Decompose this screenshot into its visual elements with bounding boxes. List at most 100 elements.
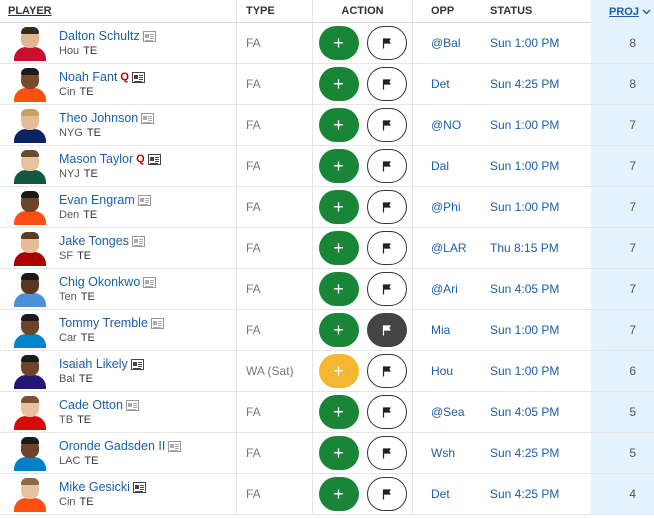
- projection-value: 7: [591, 105, 654, 145]
- news-icon[interactable]: [150, 317, 164, 329]
- game-status-link[interactable]: Sun 1:00 PM: [473, 310, 591, 350]
- chevron-down-icon: [642, 7, 651, 17]
- flag-icon: [382, 324, 391, 335]
- add-player-button[interactable]: +: [318, 395, 359, 429]
- player-name-link[interactable]: Isaiah Likely: [59, 357, 128, 371]
- flag-player-button[interactable]: [366, 149, 407, 183]
- table-header: PLAYER TYPE ACTION OPP STATUS PROJ: [0, 0, 654, 23]
- game-status-link[interactable]: Sun 4:05 PM: [473, 392, 591, 432]
- player-name-link[interactable]: Chig Okonkwo: [59, 275, 140, 289]
- player-name-link[interactable]: Mason Taylor: [59, 152, 133, 166]
- news-icon[interactable]: [131, 235, 145, 247]
- add-player-button[interactable]: +: [318, 272, 359, 306]
- opponent-link[interactable]: Wsh: [413, 433, 473, 473]
- player-name-link[interactable]: Mike Gesicki: [59, 480, 130, 494]
- opponent-link[interactable]: Dal: [413, 146, 473, 186]
- opponent-link[interactable]: Det: [413, 474, 473, 514]
- news-icon[interactable]: [147, 153, 161, 165]
- game-status-link[interactable]: Sun 1:00 PM: [473, 351, 591, 391]
- player-name-link[interactable]: Dalton Schultz: [59, 29, 140, 43]
- player-cell: Noah Fant Q Cin TE: [0, 64, 236, 104]
- player-position: TE: [86, 127, 101, 139]
- opponent-link[interactable]: Mia: [413, 310, 473, 350]
- flag-player-button[interactable]: [366, 395, 407, 429]
- game-status-link[interactable]: Sun 4:25 PM: [473, 433, 591, 473]
- flag-player-button[interactable]: [366, 190, 407, 224]
- opponent-link[interactable]: Det: [413, 64, 473, 104]
- player-name-link[interactable]: Oronde Gadsden II: [59, 439, 165, 453]
- add-player-button[interactable]: +: [318, 313, 359, 347]
- opponent-link[interactable]: @NO: [413, 105, 473, 145]
- news-icon[interactable]: [143, 276, 157, 288]
- player-name-link[interactable]: Jake Tonges: [59, 234, 129, 248]
- opponent-link[interactable]: @Phi: [413, 187, 473, 227]
- opponent-link[interactable]: @Bal: [413, 23, 473, 63]
- flag-icon: [382, 78, 391, 89]
- flag-player-button[interactable]: [366, 272, 407, 306]
- flag-player-button[interactable]: [366, 477, 407, 511]
- player-position: TE: [80, 332, 95, 344]
- player-cell: Theo Johnson NYG TE: [0, 105, 236, 145]
- player-name-link[interactable]: Tommy Tremble: [59, 316, 148, 330]
- avatar: [10, 271, 50, 307]
- add-player-button[interactable]: +: [318, 231, 359, 265]
- opponent-link[interactable]: @LAR: [413, 228, 473, 268]
- add-player-button[interactable]: +: [318, 354, 359, 388]
- news-icon[interactable]: [168, 440, 182, 452]
- player-team: Cin: [59, 86, 76, 98]
- player-team: NYJ: [59, 168, 80, 180]
- news-icon[interactable]: [141, 112, 155, 124]
- add-player-button[interactable]: +: [318, 477, 359, 511]
- add-player-button[interactable]: +: [318, 190, 359, 224]
- game-status-link[interactable]: Sun 4:25 PM: [473, 64, 591, 104]
- flag-player-button[interactable]: [366, 231, 407, 265]
- news-icon[interactable]: [142, 30, 156, 42]
- flag-player-button[interactable]: [366, 436, 407, 470]
- header-player[interactable]: PLAYER: [0, 0, 236, 22]
- table-row: Evan Engram Den TE FA + @Phi Sun 1:00 PM…: [0, 187, 654, 228]
- add-player-button[interactable]: +: [318, 149, 359, 183]
- flag-player-button[interactable]: [366, 354, 407, 388]
- player-cell: Mason Taylor Q NYJ TE: [0, 146, 236, 186]
- opponent-link[interactable]: @Sea: [413, 392, 473, 432]
- news-icon[interactable]: [125, 399, 139, 411]
- game-status-link[interactable]: Sun 1:00 PM: [473, 187, 591, 227]
- header-status: STATUS: [490, 5, 533, 17]
- type-cell: FA: [236, 433, 312, 473]
- header-opp: OPP: [431, 5, 455, 17]
- add-player-button[interactable]: +: [318, 67, 359, 101]
- player-name-link[interactable]: Evan Engram: [59, 193, 135, 207]
- news-icon[interactable]: [131, 71, 145, 83]
- player-name-link[interactable]: Cade Otton: [59, 398, 123, 412]
- flag-player-button[interactable]: [366, 313, 407, 347]
- opponent-link[interactable]: Hou: [413, 351, 473, 391]
- type-cell: FA: [236, 310, 312, 350]
- flag-player-button[interactable]: [366, 26, 407, 60]
- player-info: Cade Otton TB TE: [59, 397, 139, 427]
- player-name-link[interactable]: Noah Fant: [59, 70, 117, 84]
- news-icon[interactable]: [130, 358, 144, 370]
- player-info: Dalton Schultz Hou TE: [59, 28, 156, 58]
- table-row: Mike Gesicki Cin TE FA + Det Sun 4:25 PM…: [0, 474, 654, 515]
- game-status-link[interactable]: Sun 1:00 PM: [473, 146, 591, 186]
- news-icon[interactable]: [132, 481, 146, 493]
- game-status-link[interactable]: Thu 8:15 PM: [473, 228, 591, 268]
- opponent-link[interactable]: @Ari: [413, 269, 473, 309]
- player-table: PLAYER TYPE ACTION OPP STATUS PROJ Dalto…: [0, 0, 654, 518]
- add-player-button[interactable]: +: [318, 436, 359, 470]
- flag-player-button[interactable]: [366, 108, 407, 142]
- flag-player-button[interactable]: [366, 67, 407, 101]
- table-body: Dalton Schultz Hou TE FA + @Bal Sun 1:00…: [0, 23, 654, 515]
- player-name-link[interactable]: Theo Johnson: [59, 111, 138, 125]
- game-status-link[interactable]: Sun 4:25 PM: [473, 474, 591, 514]
- header-proj-sort[interactable]: PROJ: [591, 0, 654, 23]
- game-status-link[interactable]: Sun 1:00 PM: [473, 23, 591, 63]
- projection-value: 7: [591, 146, 654, 186]
- game-status-link[interactable]: Sun 1:00 PM: [473, 105, 591, 145]
- table-row: Chig Okonkwo Ten TE FA + @Ari Sun 4:05 P…: [0, 269, 654, 310]
- news-icon[interactable]: [137, 194, 151, 206]
- player-team: TB: [59, 414, 74, 426]
- add-player-button[interactable]: +: [318, 26, 359, 60]
- game-status-link[interactable]: Sun 4:05 PM: [473, 269, 591, 309]
- add-player-button[interactable]: +: [318, 108, 359, 142]
